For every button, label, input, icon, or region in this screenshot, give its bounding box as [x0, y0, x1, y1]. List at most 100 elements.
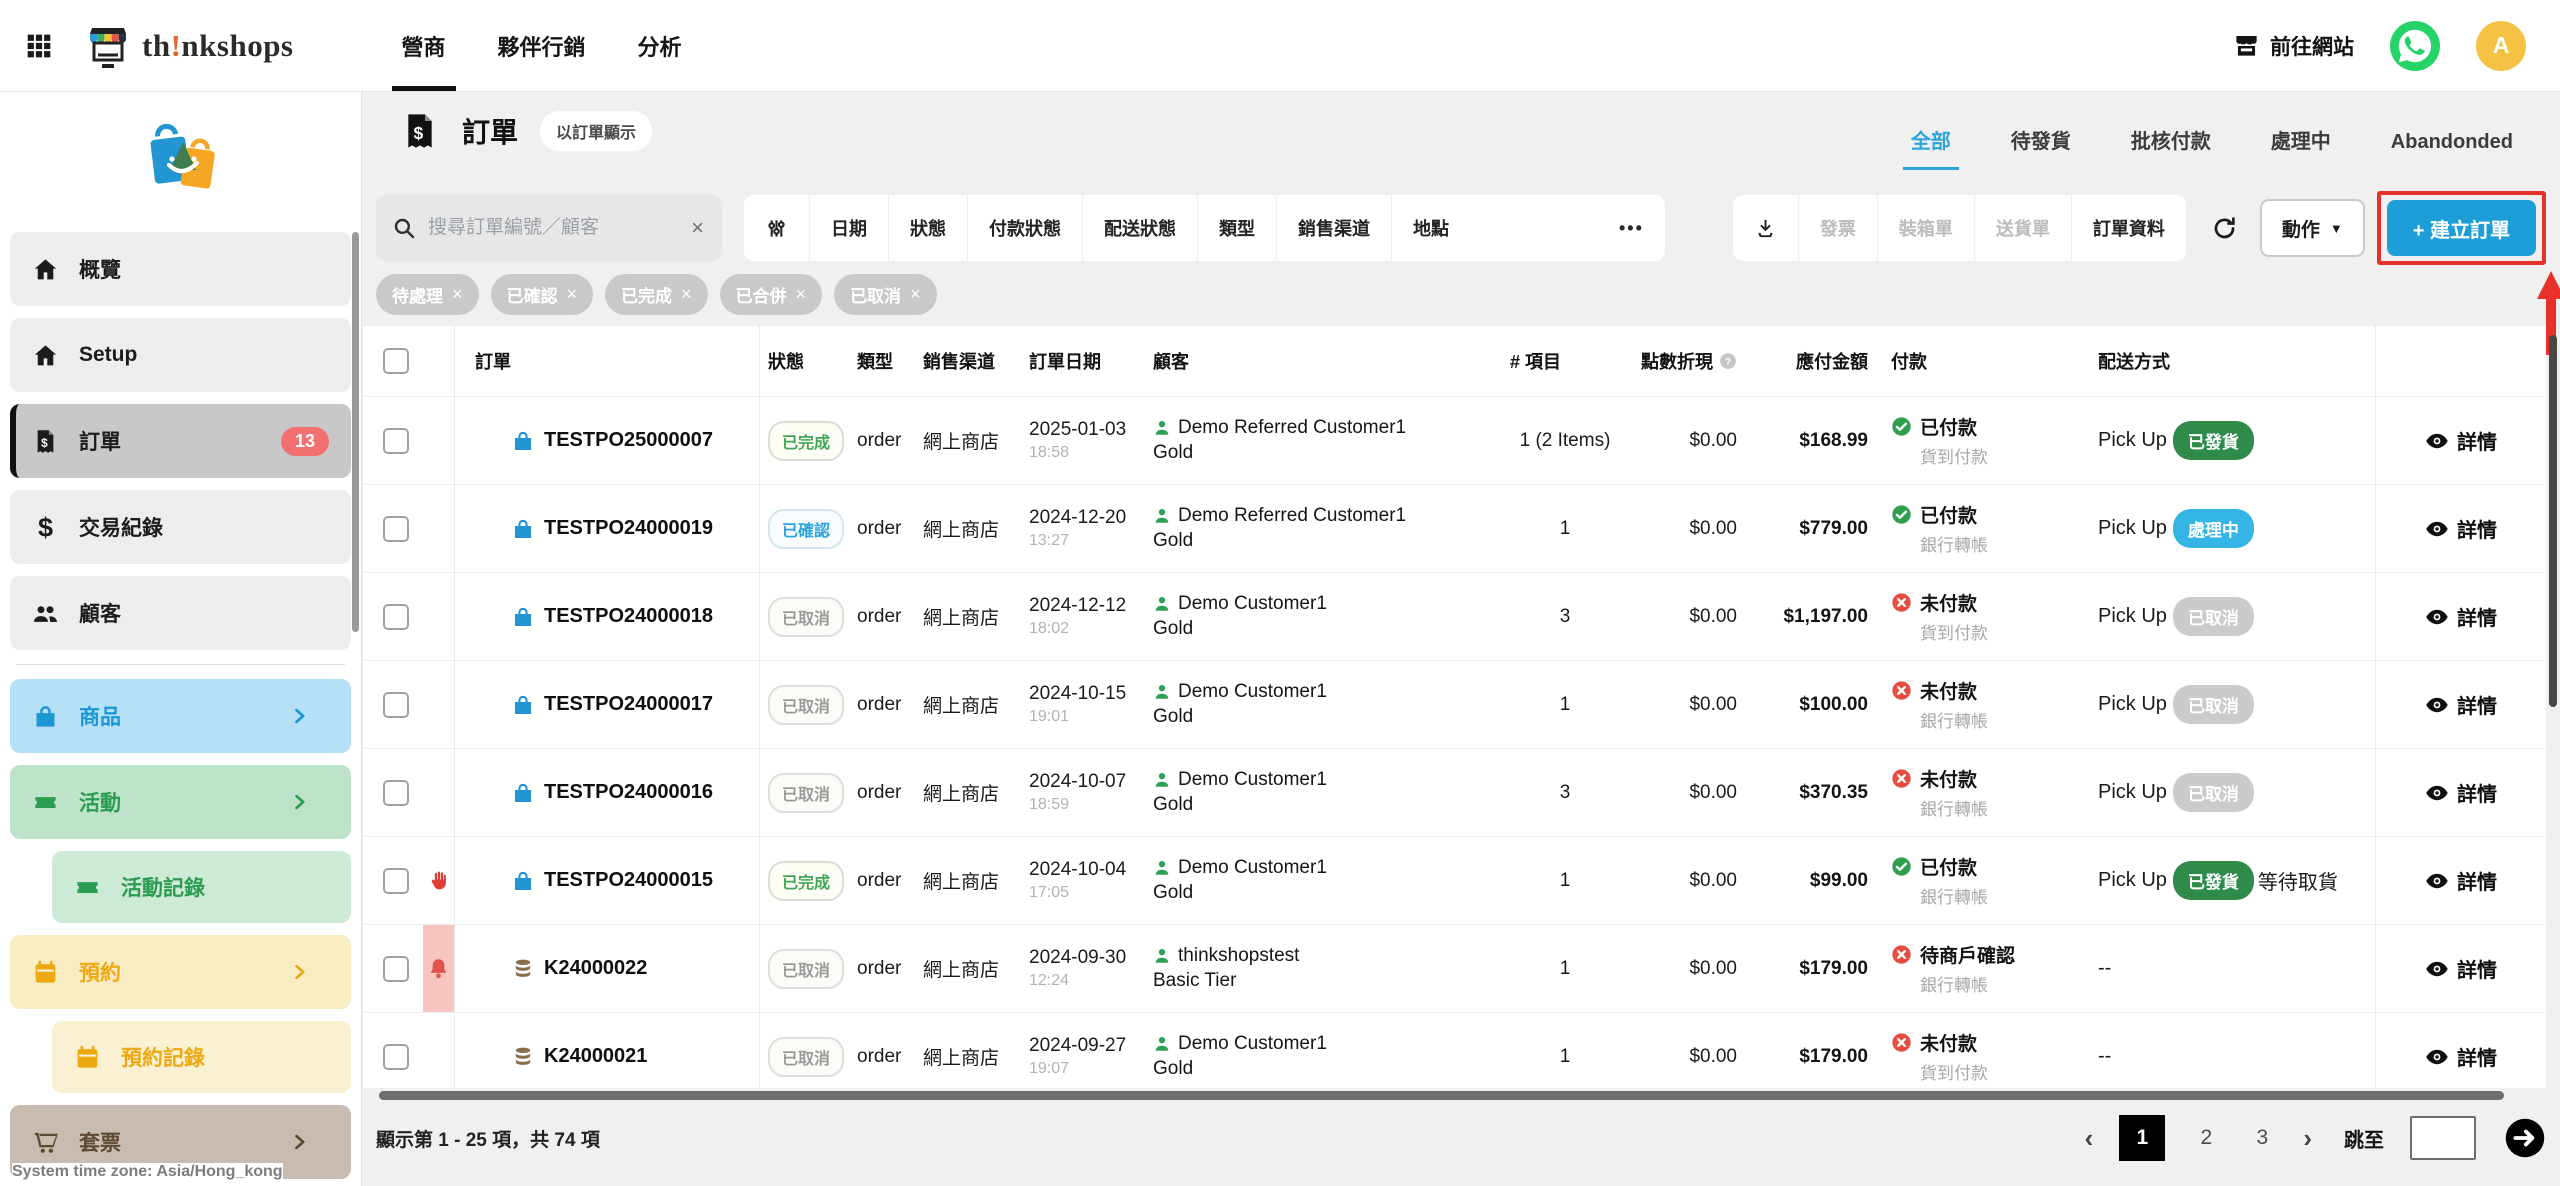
filter-button[interactable]: 類型	[1197, 195, 1276, 261]
refresh-button[interactable]	[2202, 205, 2248, 251]
sidebar-item[interactable]: 商品	[10, 679, 351, 753]
page-button[interactable]: 1	[2119, 1115, 2165, 1161]
chip-remove-icon[interactable]: ×	[567, 284, 578, 305]
actions-dropdown[interactable]: 動作 ▼	[2260, 199, 2365, 257]
sidebar-item[interactable]: Setup	[10, 318, 351, 392]
details-link[interactable]: 詳情	[2457, 866, 2497, 895]
receipt-icon: $	[32, 428, 59, 455]
customer-name[interactable]: Demo Customer1	[1178, 1033, 1327, 1055]
customer-name[interactable]: thinkshopstest	[1178, 945, 1299, 967]
sidebar-item[interactable]: 活動	[10, 765, 351, 839]
search-input[interactable]	[428, 217, 689, 239]
customer-name[interactable]: Demo Referred Customer1	[1178, 505, 1406, 527]
details-link[interactable]: 詳情	[2457, 1042, 2497, 1071]
chip-remove-icon[interactable]: ×	[910, 284, 921, 305]
details-link[interactable]: 詳情	[2457, 690, 2497, 719]
order-id[interactable]: TESTPO24000016	[544, 781, 713, 804]
details-link[interactable]: 詳情	[2457, 954, 2497, 983]
jump-page-input[interactable]	[2410, 1116, 2476, 1160]
help-icon[interactable]: ?	[1719, 351, 1737, 371]
payment-status-icon	[1891, 680, 1912, 701]
chip-remove-icon[interactable]: ×	[681, 284, 692, 305]
prev-page-button[interactable]: ‹	[2085, 1123, 2094, 1154]
tab-待發貨[interactable]: 待發貨	[2009, 125, 2073, 170]
row-checkbox[interactable]	[383, 516, 409, 542]
horizontal-scrollbar[interactable]	[379, 1091, 2504, 1100]
order-id[interactable]: TESTPO24000017	[544, 693, 713, 716]
top-nav: 營商夥伴行銷分析	[402, 0, 682, 91]
customer-name[interactable]: Demo Customer1	[1178, 681, 1327, 703]
top-nav-item[interactable]: 營商	[402, 0, 446, 91]
sidebar-item[interactable]: 概覽	[10, 232, 351, 306]
order-id[interactable]: TESTPO24000019	[544, 517, 713, 540]
row-checkbox[interactable]	[383, 692, 409, 718]
row-checkbox[interactable]	[383, 604, 409, 630]
create-order-button[interactable]: + 建立訂單	[2387, 200, 2536, 256]
sidebar-item[interactable]: $ 訂單 13	[10, 404, 351, 478]
whatsapp-button[interactable]	[2390, 21, 2440, 71]
filter-sliders-button[interactable]	[744, 195, 809, 261]
sidebar-item[interactable]: $ 交易紀錄	[10, 490, 351, 564]
shipping-method: Pick Up	[2098, 781, 2167, 804]
customer-name[interactable]: Demo Customer1	[1178, 593, 1327, 615]
details-link[interactable]: 詳情	[2457, 514, 2497, 543]
column-header: 顧客	[1153, 348, 1189, 374]
view-mode-badge[interactable]: 以訂單顯示	[540, 111, 652, 151]
details-link[interactable]: 詳情	[2457, 602, 2497, 631]
filter-button[interactable]: 日期	[809, 195, 888, 261]
tab-Abandonded[interactable]: Abandonded	[2389, 131, 2515, 170]
row-checkbox[interactable]	[383, 868, 409, 894]
doc-button[interactable]: 訂單資料	[2071, 195, 2186, 261]
filter-button[interactable]: 付款狀態	[967, 195, 1082, 261]
row-alert-slot	[423, 749, 454, 836]
customer-name[interactable]: Demo Referred Customer1	[1178, 417, 1406, 439]
order-id[interactable]: TESTPO24000018	[544, 605, 713, 628]
top-nav-item[interactable]: 夥伴行銷	[498, 0, 586, 91]
row-checkbox[interactable]	[383, 428, 409, 454]
filter-button[interactable]: 狀態	[888, 195, 967, 261]
filter-button[interactable]: 銷售渠道	[1276, 195, 1391, 261]
chip-remove-icon[interactable]: ×	[452, 284, 463, 305]
sidebar-item[interactable]: 預約記錄	[52, 1021, 351, 1093]
customer-icon	[1153, 947, 1171, 965]
sidebar-item[interactable]: 活動記錄	[52, 851, 351, 923]
order-id[interactable]: TESTPO25000007	[544, 429, 713, 452]
details-link[interactable]: 詳情	[2457, 778, 2497, 807]
order-id[interactable]: K24000022	[544, 957, 647, 980]
points-redeemed: $0.00	[1689, 870, 1737, 892]
tab-批核付款[interactable]: 批核付款	[2129, 125, 2213, 170]
ticket-icon	[32, 789, 59, 816]
tab-全部[interactable]: 全部	[1909, 125, 1953, 170]
filter-button[interactable]: 地點	[1391, 195, 1470, 261]
avatar[interactable]: A	[2476, 21, 2526, 71]
next-page-button[interactable]: ›	[2303, 1123, 2312, 1154]
page-button[interactable]: 3	[2247, 1126, 2277, 1150]
tab-處理中[interactable]: 處理中	[2269, 125, 2333, 170]
select-all-checkbox[interactable]	[383, 348, 409, 374]
order-id[interactable]: TESTPO24000015	[544, 869, 713, 892]
apps-grid-icon[interactable]	[22, 29, 56, 63]
row-checkbox[interactable]	[383, 956, 409, 982]
chip-remove-icon[interactable]: ×	[796, 284, 807, 305]
sidebar-item[interactable]: 顧客	[10, 576, 351, 650]
hand-icon	[423, 837, 454, 924]
filter-button[interactable]: 配送狀態	[1082, 195, 1197, 261]
brand-logo[interactable]: th!nkshops	[82, 22, 294, 70]
sidebar-item[interactable]: 預約	[10, 935, 351, 1009]
table-row: K24000021 已取消 order 網上商店 2024-09-27 19:0…	[363, 1012, 2546, 1088]
customer-name[interactable]: Demo Customer1	[1178, 857, 1327, 879]
export-button[interactable]	[1733, 195, 1798, 261]
sidebar-scrollbar[interactable]	[352, 232, 359, 632]
details-link[interactable]: 詳情	[2457, 426, 2497, 455]
row-checkbox[interactable]	[383, 780, 409, 806]
row-checkbox[interactable]	[383, 1044, 409, 1070]
top-nav-item[interactable]: 分析	[638, 0, 682, 91]
clear-search-icon[interactable]: ×	[689, 215, 706, 241]
order-id[interactable]: K24000021	[544, 1045, 647, 1068]
page-button[interactable]: 2	[2191, 1126, 2221, 1150]
customer-name[interactable]: Demo Customer1	[1178, 769, 1327, 791]
jump-go-button[interactable]	[2504, 1117, 2546, 1159]
go-to-site-button[interactable]: 前往網站	[2233, 31, 2354, 61]
more-filters-button[interactable]: •••	[1598, 195, 1665, 261]
vertical-scrollbar[interactable]	[2549, 335, 2557, 707]
